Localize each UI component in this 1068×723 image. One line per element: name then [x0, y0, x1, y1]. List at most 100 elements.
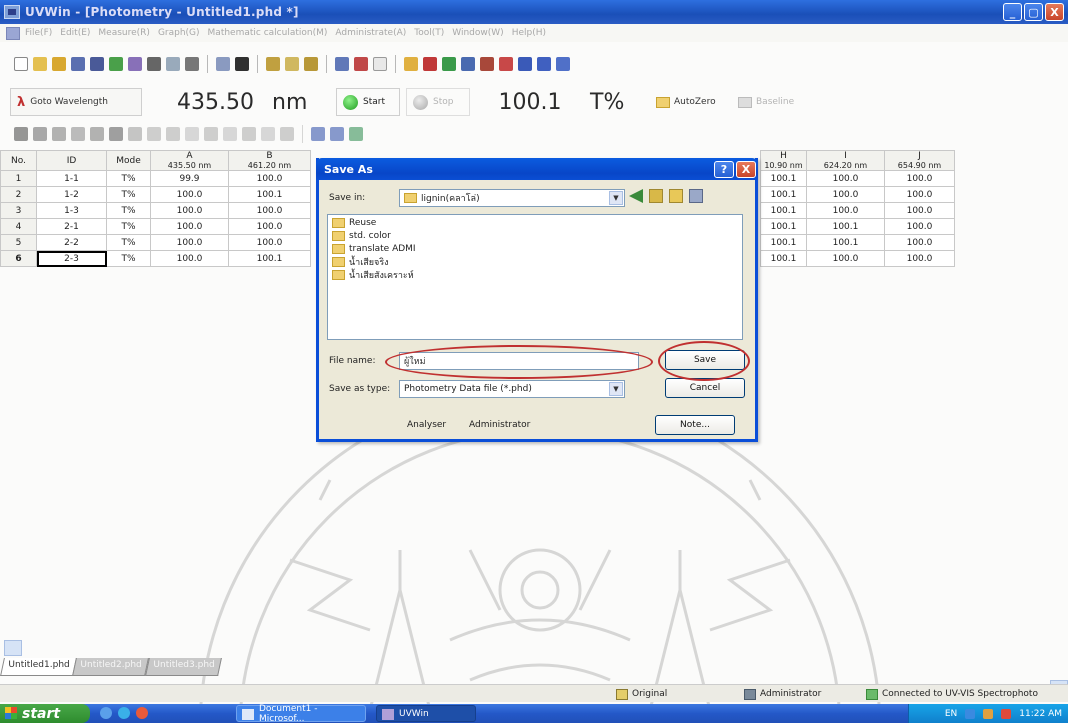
- scissors-icon[interactable]: [185, 57, 199, 71]
- language-indicator[interactable]: EN: [945, 709, 957, 719]
- cell-h[interactable]: 100.1: [760, 202, 807, 219]
- table-row[interactable]: 100.1 100.1 100.0: [760, 218, 955, 235]
- col-header-b[interactable]: B 461.20 nm: [228, 150, 311, 171]
- table-icon[interactable]: [537, 57, 551, 71]
- cell-b[interactable]: 100.1: [228, 250, 311, 267]
- cell-j[interactable]: 100.0: [884, 218, 955, 235]
- title-bar[interactable]: UVWin - [Photometry - Untitled1.phd *] _…: [0, 0, 1068, 24]
- cell-b[interactable]: 100.0: [228, 170, 311, 187]
- view-graph-icon[interactable]: [330, 127, 344, 141]
- start-menu-button[interactable]: start: [0, 704, 90, 723]
- row-number[interactable]: 5: [0, 234, 37, 251]
- cell-b[interactable]: 100.0: [228, 218, 311, 235]
- open-folder-icon[interactable]: [52, 57, 66, 71]
- insert-row-icon[interactable]: [14, 127, 28, 141]
- delete-row-icon[interactable]: [33, 127, 47, 141]
- cell-id[interactable]: 2-2: [36, 234, 107, 251]
- browser-icon[interactable]: [118, 707, 130, 719]
- cell-a[interactable]: 100.0: [150, 186, 229, 203]
- cell-j[interactable]: 100.0: [884, 202, 955, 219]
- help-button[interactable]: ?: [714, 161, 734, 178]
- cell-mode[interactable]: T%: [106, 234, 151, 251]
- ie-icon[interactable]: [100, 707, 112, 719]
- cell-j[interactable]: 100.0: [884, 170, 955, 187]
- layout-icon[interactable]: [556, 57, 570, 71]
- task-document1[interactable]: Document1 - Microsof...: [236, 704, 366, 723]
- table-row[interactable]: 100.1 100.0 100.0: [760, 170, 955, 187]
- table-row[interactable]: 5 2-2 T% 100.0 100.0: [0, 234, 311, 251]
- tab-untitled2[interactable]: Untitled2.phd: [72, 658, 150, 676]
- open-icon[interactable]: [33, 57, 47, 71]
- sample-icon[interactable]: [335, 57, 349, 71]
- row-number[interactable]: 1: [0, 170, 37, 187]
- cell-i[interactable]: 100.0: [806, 250, 885, 267]
- cell-mode[interactable]: T%: [106, 170, 151, 187]
- merge-icon[interactable]: [71, 127, 85, 141]
- cell-a[interactable]: 100.0: [150, 250, 229, 267]
- menu-help[interactable]: Help(H): [512, 28, 546, 38]
- maximize-button[interactable]: ▢: [1024, 3, 1043, 21]
- cell-i[interactable]: 100.1: [806, 234, 885, 251]
- table-row[interactable]: 6 2-3 T% 100.0 100.1: [0, 250, 311, 267]
- color-fill-icon[interactable]: [109, 127, 123, 141]
- baseline-button[interactable]: Baseline: [738, 91, 794, 113]
- table-row[interactable]: 100.1 100.0 100.0: [760, 186, 955, 203]
- cell-id-selected[interactable]: 2-3: [36, 250, 107, 267]
- peak-icon[interactable]: [185, 127, 199, 141]
- save-icon[interactable]: [71, 57, 85, 71]
- export-icon[interactable]: [109, 57, 123, 71]
- derivative-icon[interactable]: [223, 127, 237, 141]
- save-as-type-dropdown[interactable]: Photometry Data file (*.phd) ▼: [399, 380, 625, 398]
- goto-wavelength-button[interactable]: λ Goto Wavelength: [10, 88, 142, 116]
- cell-b[interactable]: 100.1: [228, 186, 311, 203]
- list-item[interactable]: translate ADMI: [332, 243, 738, 255]
- cancel-button[interactable]: Cancel: [665, 378, 745, 398]
- menu-administrate[interactable]: Administrate(A): [335, 28, 406, 38]
- close-button[interactable]: X: [1045, 3, 1064, 21]
- cell-h[interactable]: 100.1: [760, 218, 807, 235]
- table-row[interactable]: 1 1-1 T% 99.9 100.0: [0, 170, 311, 187]
- print-icon[interactable]: [147, 57, 161, 71]
- smooth-icon[interactable]: [261, 127, 275, 141]
- table-row[interactable]: 4 2-1 T% 100.0 100.0: [0, 218, 311, 235]
- lamp-icon[interactable]: [354, 57, 368, 71]
- dialog-title-bar[interactable]: Save As ? X: [316, 158, 758, 180]
- cell-h[interactable]: 100.1: [760, 170, 807, 187]
- up-folder-icon[interactable]: [649, 189, 663, 203]
- menu-measure[interactable]: Measure(R): [98, 28, 150, 38]
- measure-icon[interactable]: [404, 57, 418, 71]
- col-header-no[interactable]: No.: [0, 150, 37, 171]
- menu-edit[interactable]: Edit(E): [60, 28, 90, 38]
- note-button[interactable]: Note...: [655, 415, 735, 435]
- network-icon[interactable]: [965, 708, 976, 719]
- cell-b[interactable]: 100.0: [228, 202, 311, 219]
- col-header-id[interactable]: ID: [36, 150, 107, 171]
- pan-icon[interactable]: [166, 127, 180, 141]
- view-table-icon[interactable]: [311, 127, 325, 141]
- back-icon[interactable]: [629, 189, 643, 203]
- cell-id[interactable]: 1-3: [36, 202, 107, 219]
- cell-mode[interactable]: T%: [106, 186, 151, 203]
- paste-icon[interactable]: [285, 57, 299, 71]
- cell-i[interactable]: 100.0: [806, 170, 885, 187]
- col-header-j[interactable]: J 654.90 nm: [884, 150, 955, 171]
- valley-icon[interactable]: [204, 127, 218, 141]
- clock[interactable]: 11:22 AM: [1019, 709, 1062, 719]
- cell-i[interactable]: 100.0: [806, 186, 885, 203]
- cell-h[interactable]: 100.1: [760, 234, 807, 251]
- row-number[interactable]: 4: [0, 218, 37, 235]
- col-header-mode[interactable]: Mode: [106, 150, 151, 171]
- report-icon[interactable]: [499, 57, 513, 71]
- autozero-button[interactable]: AutoZero: [656, 91, 734, 113]
- star-icon[interactable]: [373, 57, 387, 71]
- cell-mode[interactable]: T%: [106, 218, 151, 235]
- import-icon[interactable]: [128, 57, 142, 71]
- new-folder-icon[interactable]: [669, 189, 683, 203]
- cell-a[interactable]: 100.0: [150, 234, 229, 251]
- table-row[interactable]: 3 1-3 T% 100.0 100.0: [0, 202, 311, 219]
- menu-graph[interactable]: Graph(G): [158, 28, 200, 38]
- chevron-down-icon[interactable]: ▼: [609, 191, 623, 205]
- col-header-a[interactable]: A 435.50 nm: [150, 150, 229, 171]
- cell-mode[interactable]: T%: [106, 202, 151, 219]
- cut-icon[interactable]: [266, 57, 280, 71]
